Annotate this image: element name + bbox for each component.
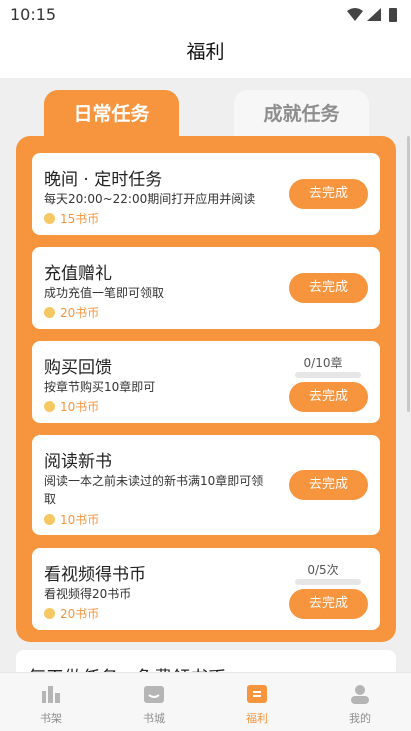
task-card-recharge: 充值赠礼 成功充值一笔即可领取 20书币 去完成 [32,247,380,329]
task-reward-text: 20书币 [60,306,100,320]
task-progress-text: 0/5次 [307,563,339,577]
bookshelf-icon [42,686,60,703]
task-title: 阅读新书 [44,452,112,472]
task-title: 晚间 · 定时任务 [44,170,163,190]
status-bar: 10:15 [0,0,411,30]
task-go-button[interactable]: 去完成 [289,273,368,303]
task-desc-continued: 取 [44,492,57,506]
coin-icon [44,307,55,318]
page-title: 福利 [186,41,225,63]
task-reward: 15书币 [44,210,99,227]
nav-item-bookshelf[interactable]: 书架 [0,673,102,731]
wifi-icon [347,8,363,21]
task-card-purchase: 购买回馈 按章节购买10章即可 10书币 0/10章 去完成 [32,341,380,423]
task-desc: 看视频得20书币 [44,587,132,601]
task-reward: 20书币 [44,605,99,622]
nav-label: 我的 [349,712,371,725]
task-reward-text: 15书币 [60,212,100,226]
task-reward: 20书币 [44,304,99,321]
task-card-new-book: 阅读新书 阅读一本之前未读过的新书满10章即可领 取 10书币 去完成 [32,435,380,535]
welfare-icon [247,685,267,703]
task-desc: 成功充值一笔即可领取 [44,286,165,300]
task-progress-text: 0/10章 [303,356,343,370]
task-reward: 10书币 [44,398,99,415]
coin-icon [44,608,55,619]
task-progress-bar [295,372,361,378]
tab-achievement-tasks[interactable]: 成就任务 [234,90,369,136]
task-go-button[interactable]: 去完成 [289,179,368,209]
task-card-video: 看视频得书币 看视频得20书币 20书币 0/5次 去完成 [32,548,380,630]
coin-icon [44,514,55,525]
task-reward-text: 10书币 [60,513,100,527]
coin-icon [44,401,55,412]
task-reward-text: 20书币 [60,607,100,621]
scrollbar[interactable] [407,136,410,412]
task-go-button[interactable]: 去完成 [289,382,368,412]
signal-icon [367,8,381,21]
status-icons [347,8,397,22]
nav-item-welfare[interactable]: 福利 [206,673,308,731]
bottom-nav: 书架 书城 福利 我的 [0,672,411,731]
task-reward-text: 10书币 [60,400,100,414]
task-desc: 每天20:00~22:00期间打开应用并阅读 [44,192,256,206]
task-desc: 按章节购买10章即可 [44,380,156,394]
status-time: 10:15 [10,5,57,24]
task-title: 看视频得书币 [44,565,146,585]
bookstore-icon [144,686,164,703]
task-card-evening: 晚间 · 定时任务 每天20:00~22:00期间打开应用并阅读 15书币 去完… [32,153,380,235]
battery-icon [389,8,397,22]
nav-item-bookstore[interactable]: 书城 [103,673,205,731]
nav-label: 书架 [40,712,62,725]
task-title: 购买回馈 [44,358,112,378]
header: 福利 [0,30,411,78]
profile-icon [351,685,369,704]
task-go-button[interactable]: 去完成 [289,470,368,500]
nav-item-profile[interactable]: 我的 [309,673,411,731]
task-go-button[interactable]: 去完成 [289,589,368,619]
task-reward: 10书币 [44,511,99,528]
nav-label: 书城 [143,712,165,725]
tab-daily-tasks[interactable]: 日常任务 [44,90,179,140]
task-progress-bar [295,579,361,585]
nav-label: 福利 [246,712,268,725]
task-desc: 阅读一本之前未读过的新书满10章即可领 [44,474,264,488]
coin-icon [44,213,55,224]
task-title: 充值赠礼 [44,264,112,284]
